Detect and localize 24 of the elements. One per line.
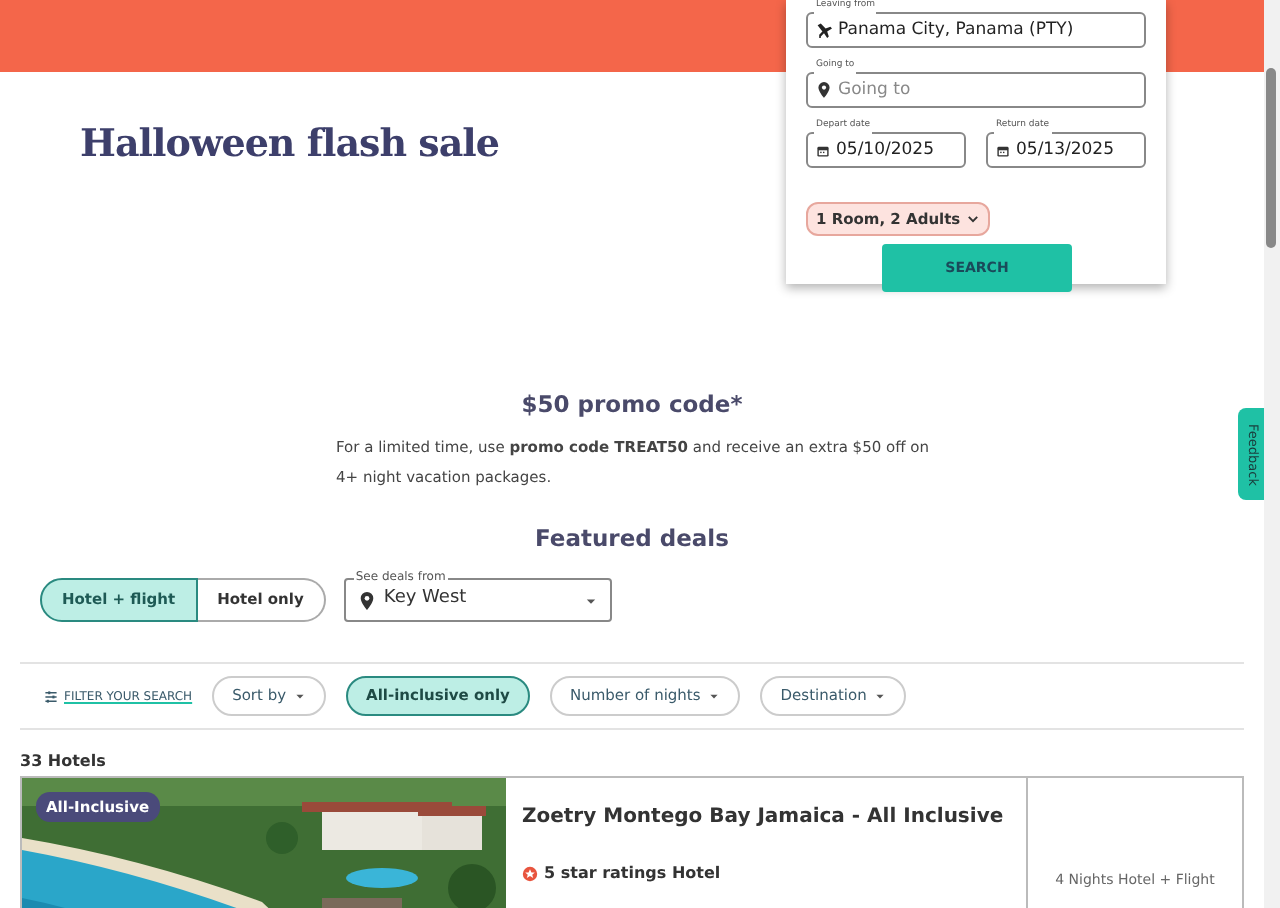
input-field[interactable]: Going to [806, 72, 1146, 108]
hotel-name: Zoetry Montego Bay Jamaica - All Inclusive [522, 804, 1006, 832]
date-field[interactable]: 05/10/2025 [806, 132, 966, 168]
field-value: 05/13/2025 [1016, 137, 1114, 163]
calendar-icon [816, 143, 830, 157]
calendar-icon [996, 143, 1010, 157]
field-placeholder: Going to [838, 77, 911, 103]
input-field[interactable]: Panama City, Panama (PTY) [806, 12, 1146, 48]
select-value: Key West [383, 586, 469, 613]
promo-heading: $50 promo code* [519, 387, 745, 421]
location-pin-icon [357, 591, 376, 609]
results-count: 33 Hotels [20, 750, 108, 774]
scrollbar-thumb[interactable] [1266, 68, 1276, 248]
field-value: Panama City, Panama (PTY) [838, 17, 1074, 43]
field-value: 05/10/2025 [836, 137, 934, 163]
section-heading: Featured deals [533, 521, 731, 556]
rating-icon [522, 866, 538, 882]
filter-icon [44, 689, 58, 703]
plane-icon [816, 22, 832, 38]
caret-icon [966, 212, 981, 227]
rating-text: 5 star ratings Hotel [544, 862, 721, 886]
page-title: Halloween flash sale [80, 120, 499, 170]
location-pin-icon [816, 82, 832, 98]
date-field[interactable]: 05/13/2025 [986, 132, 1146, 168]
